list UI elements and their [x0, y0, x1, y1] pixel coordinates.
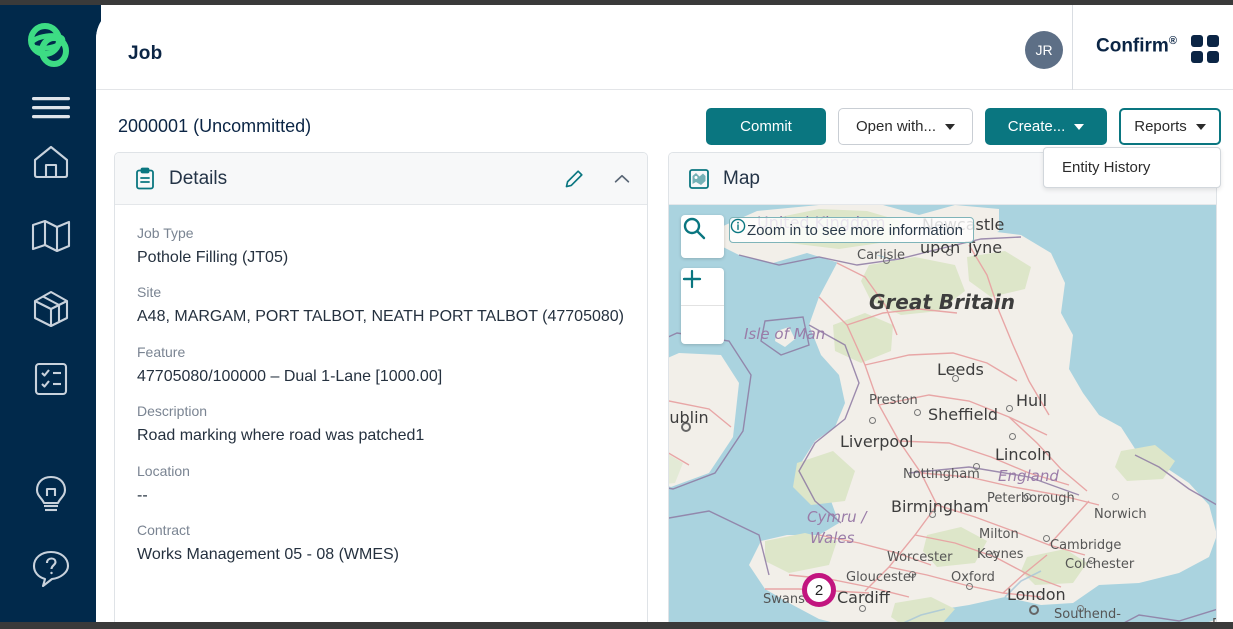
grid-square — [1191, 51, 1203, 63]
help-question-icon[interactable] — [0, 540, 101, 596]
app-header: Job JR Confirm® — [96, 5, 1233, 90]
reports-button-label: Reports — [1134, 118, 1187, 135]
clipboard-icon — [133, 167, 157, 191]
map-city-dot — [1024, 493, 1031, 500]
apps-grid-icon[interactable] — [1191, 35, 1219, 63]
map-search-button[interactable] — [681, 215, 724, 258]
field-job-type: Job Type Pothole Filling (JT05) — [137, 225, 625, 271]
map-zoom-controls — [681, 268, 724, 344]
map-city-dot — [859, 605, 866, 612]
record-id: 2000001 (Uncommitted) — [118, 116, 311, 137]
open-with-button[interactable]: Open with... — [838, 108, 973, 145]
brand-logo: Confirm® — [1096, 35, 1177, 57]
menu-hamburger-icon[interactable] — [0, 80, 101, 136]
chevron-down-icon — [1074, 124, 1084, 130]
field-value: Road marking where road was patched1 — [137, 423, 625, 449]
field-label: Site — [137, 284, 625, 300]
asset-box-icon[interactable] — [0, 281, 101, 337]
chevron-down-icon — [1196, 124, 1206, 130]
field-location: Location -- — [137, 463, 625, 509]
details-panel-header: Details — [115, 153, 647, 205]
map-geometry — [669, 205, 1216, 622]
brand-registered-mark: ® — [1169, 35, 1177, 47]
reports-dropdown-menu: Entity History — [1043, 147, 1221, 188]
confirm-logo-icon[interactable] — [0, 18, 101, 74]
details-panel-title: Details — [169, 168, 227, 190]
map-city-dot — [909, 571, 916, 578]
open-with-button-label: Open with... — [856, 118, 936, 135]
map-city-dot — [973, 463, 980, 470]
map-zoom-out-button[interactable] — [681, 306, 724, 344]
map-zoom-tip: Zoom in to see more information — [729, 217, 974, 243]
app-surface: Job JR Confirm® 2000001 (Uncommitted) Co… — [96, 5, 1233, 622]
commit-button-label: Commit — [740, 118, 792, 135]
avatar[interactable]: JR — [1025, 31, 1063, 69]
field-label: Job Type — [137, 225, 625, 241]
map-cluster-marker[interactable]: 2 — [802, 573, 836, 607]
globe-map-icon — [687, 167, 711, 191]
map-city-dot — [1029, 605, 1039, 615]
chevron-up-icon[interactable] — [611, 168, 633, 190]
map-city-dot — [681, 422, 691, 432]
field-contract: Contract Works Management 05 - 08 (WMES) — [137, 522, 625, 568]
map-city-dot — [1006, 405, 1013, 412]
primary-sidebar — [0, 0, 101, 629]
map-panel: Map — [668, 152, 1217, 622]
map-city-dot — [914, 409, 921, 416]
details-panel: Details Job Type — [114, 152, 648, 622]
field-value: -- — [137, 483, 625, 509]
map-zoom-tip-text: Zoom in to see more information — [747, 222, 963, 239]
task-list-icon[interactable] — [0, 351, 101, 407]
content-area: 2000001 (Uncommitted) Commit Open with..… — [96, 90, 1233, 622]
field-site: Site A48, MARGAM, PORT TALBOT, NEATH POR… — [137, 284, 625, 330]
field-label: Description — [137, 403, 625, 419]
field-value: Pothole Filling (JT05) — [137, 245, 625, 271]
brand-name: Confirm — [1096, 35, 1169, 56]
details-panel-actions — [563, 153, 633, 205]
field-value: Works Management 05 - 08 (WMES) — [137, 542, 625, 568]
field-description: Description Road marking where road was … — [137, 403, 625, 449]
create-button-label: Create... — [1008, 118, 1066, 135]
grid-square — [1191, 35, 1203, 47]
map-city-dot — [1077, 605, 1084, 612]
grid-square — [1207, 35, 1219, 47]
map-city-dot — [929, 511, 936, 518]
field-feature: Feature 47705080/100000 – Dual 1-Lane [1… — [137, 344, 625, 390]
details-panel-body: Job Type Pothole Filling (JT05) Site A48… — [115, 205, 647, 568]
map-city-dot — [1009, 433, 1016, 440]
create-button[interactable]: Create... — [985, 108, 1107, 145]
map-panel-title: Map — [723, 168, 760, 190]
field-label: Feature — [137, 344, 625, 360]
map-city-dot — [1112, 493, 1119, 500]
map-city-dot — [966, 583, 973, 590]
page-title: Job — [128, 43, 162, 65]
map-city-dot — [1088, 557, 1095, 564]
field-label: Contract — [137, 522, 625, 538]
browser-bottom-strip — [0, 622, 1233, 629]
commit-button[interactable]: Commit — [706, 108, 826, 145]
map-city-dot — [869, 417, 876, 424]
map-city-dot — [946, 249, 953, 256]
map-city-dot — [952, 375, 959, 382]
browser-top-strip — [0, 0, 1233, 5]
header-divider — [1072, 5, 1073, 90]
home-icon[interactable] — [0, 134, 101, 190]
field-label: Location — [137, 463, 625, 479]
grid-square — [1207, 51, 1219, 63]
lightbulb-icon[interactable] — [0, 467, 101, 523]
map-city-dot — [883, 257, 890, 264]
field-value: A48, MARGAM, PORT TALBOT, NEATH PORT TAL… — [137, 304, 625, 330]
map-viewport[interactable]: United KingdomNewcastleupon TyneCarlisle… — [669, 205, 1216, 622]
reports-button[interactable]: Reports — [1119, 108, 1221, 145]
pencil-icon[interactable] — [563, 168, 585, 190]
map-city-dot — [992, 551, 999, 558]
map-icon[interactable] — [0, 207, 101, 263]
chevron-down-icon — [945, 124, 955, 130]
field-value: 47705080/100000 – Dual 1-Lane [1000.00] — [137, 364, 625, 390]
menu-item-entity-history[interactable]: Entity History — [1044, 148, 1220, 187]
map-city-dot — [1043, 535, 1050, 542]
